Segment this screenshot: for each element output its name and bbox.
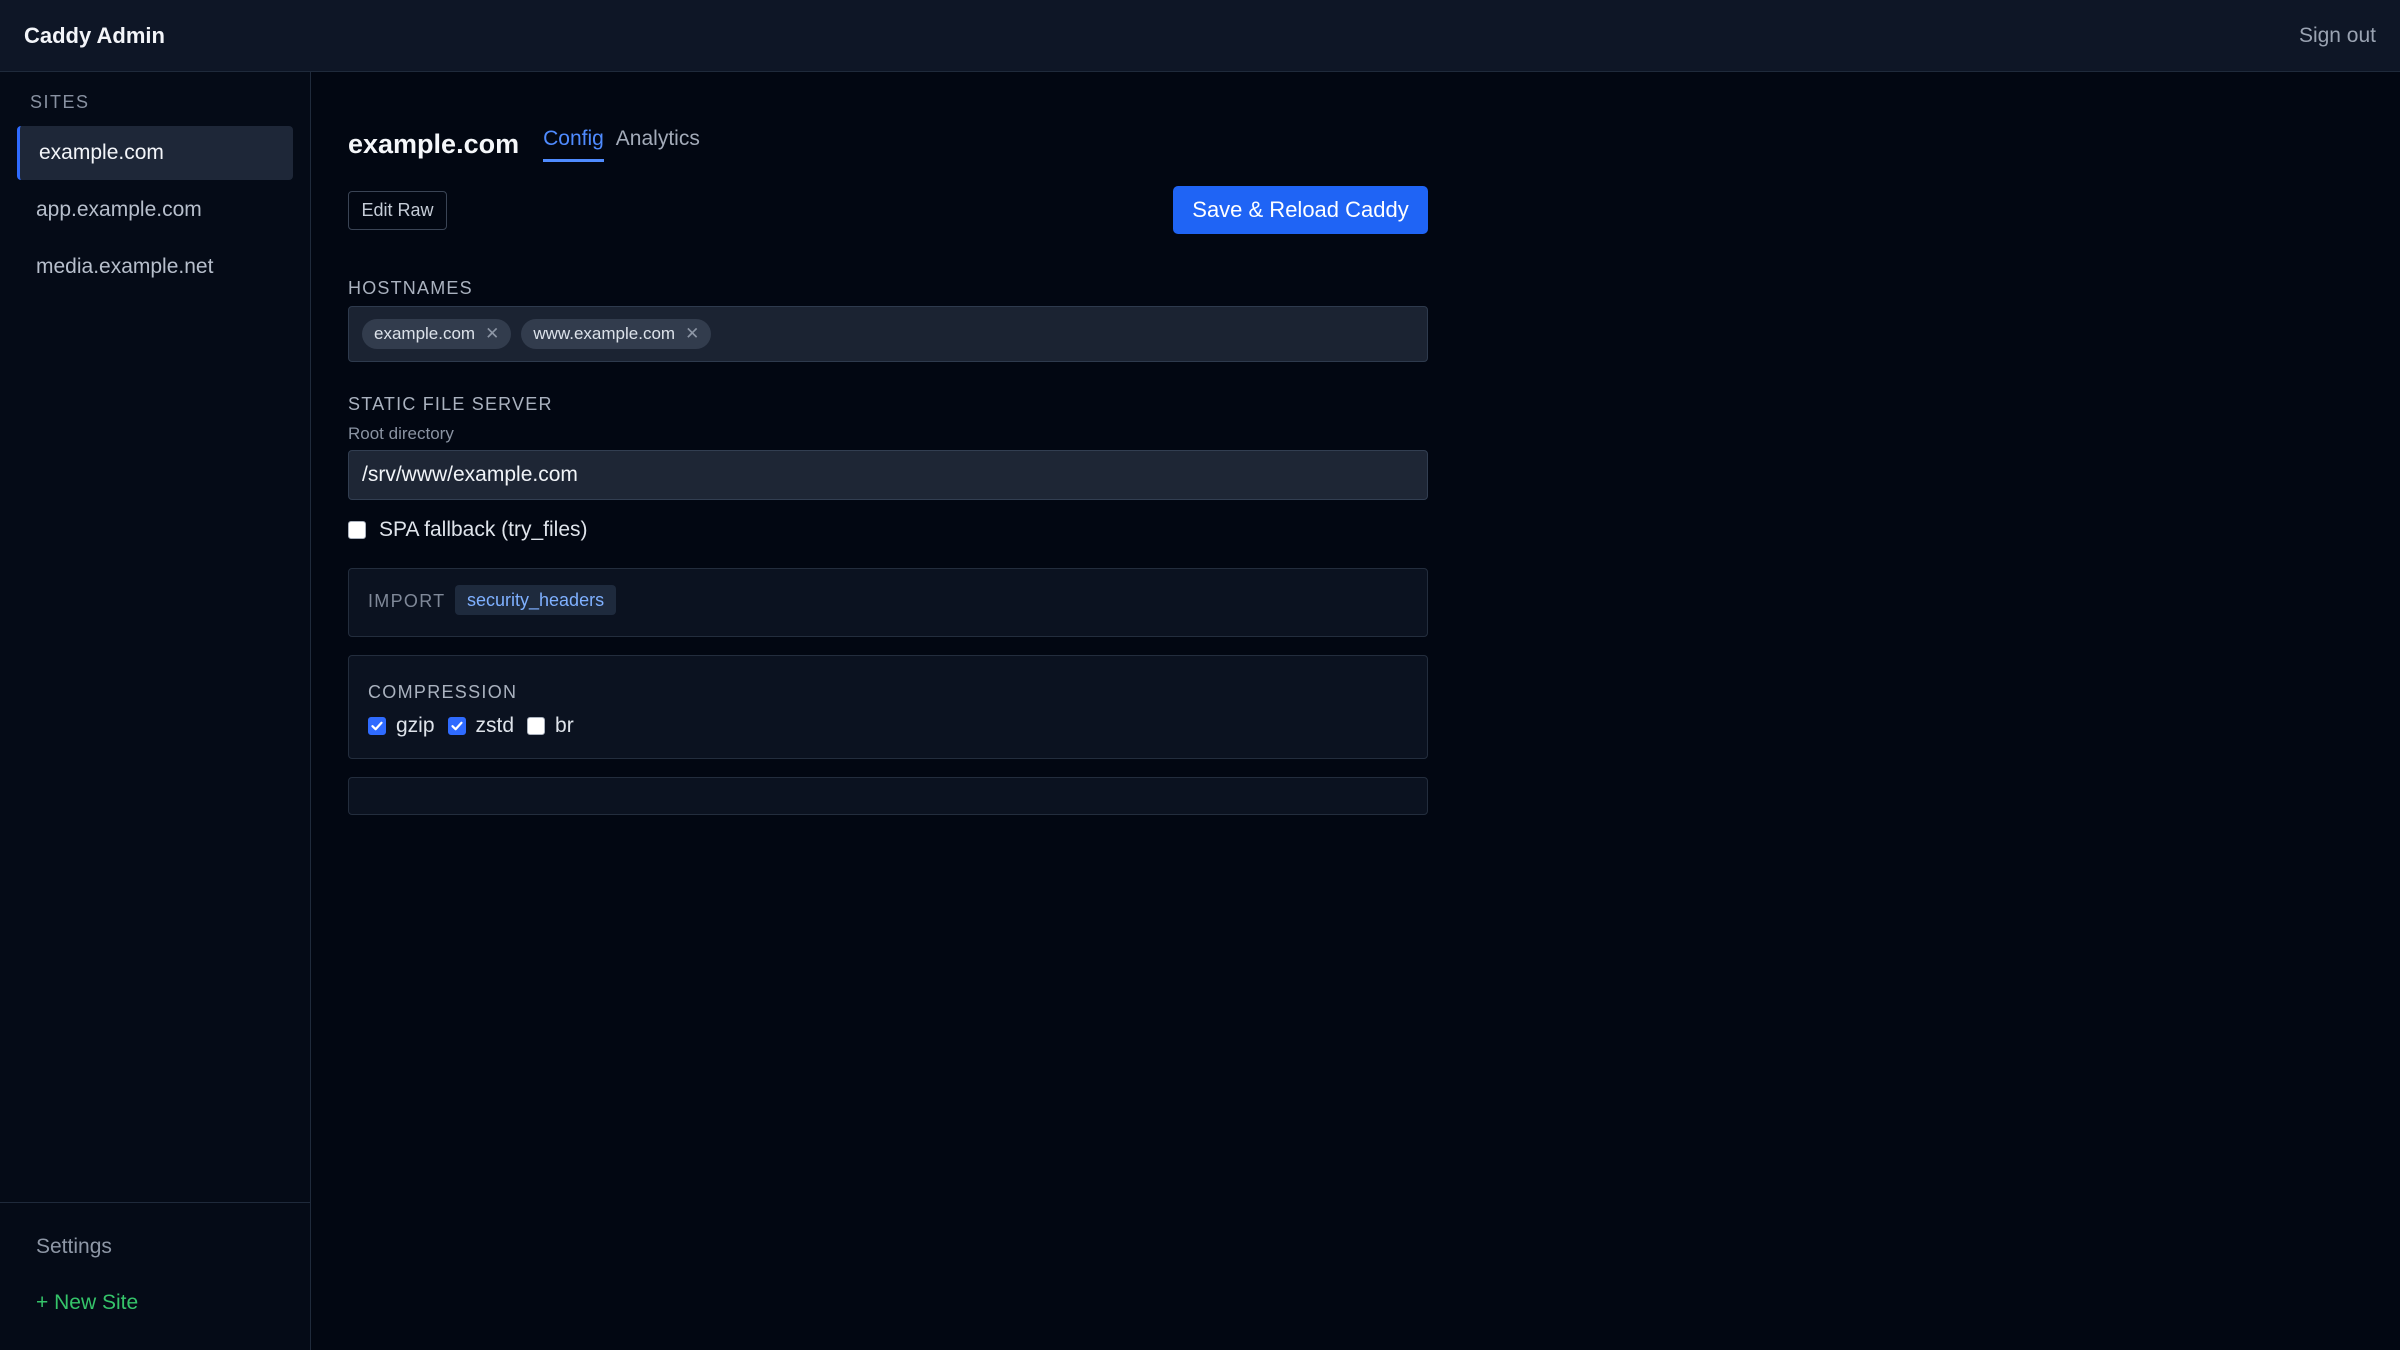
hostnames-input[interactable]: example.com ✕ www.example.com ✕: [348, 306, 1428, 362]
site-list: example.com app.example.com media.exampl…: [17, 126, 293, 297]
root-directory-input[interactable]: [348, 450, 1428, 500]
new-site-link[interactable]: + New Site: [36, 1291, 138, 1315]
check-icon: [450, 721, 463, 731]
static-file-server-label: STATIC FILE SERVER: [348, 394, 553, 414]
compression-option-zstd: zstd: [447, 714, 515, 738]
tab-analytics[interactable]: Analytics: [616, 125, 700, 162]
hostname-chip: example.com ✕: [362, 319, 512, 349]
compression-option-gzip: gzip: [368, 714, 435, 738]
spa-fallback-checkbox[interactable]: [348, 521, 366, 539]
sidebar-item-label: app.example.com: [36, 198, 202, 221]
page-title: example.com: [348, 129, 520, 159]
hostname-chip-label: example.com: [374, 324, 476, 343]
tab-config[interactable]: Config: [543, 125, 604, 162]
hostname-chip-label: www.example.com: [533, 324, 676, 343]
close-icon[interactable]: ✕: [685, 324, 699, 344]
sites-heading: SITES: [30, 92, 90, 112]
gzip-label: gzip: [396, 714, 435, 737]
gzip-checkbox[interactable]: [368, 717, 386, 735]
import-label: IMPORT: [368, 591, 446, 611]
br-checkbox[interactable]: [527, 717, 546, 735]
sidebar-footer: Settings + New Site: [0, 1202, 310, 1350]
root-directory-label: Root directory: [348, 424, 454, 443]
settings-link[interactable]: Settings: [36, 1235, 112, 1259]
close-icon[interactable]: ✕: [485, 324, 499, 344]
compression-label: COMPRESSION: [368, 682, 518, 702]
spa-fallback-label: SPA fallback (try_files): [379, 518, 588, 541]
sidebar: SITES example.com app.example.com media.…: [0, 72, 311, 1350]
import-panel: IMPORT security_headers: [348, 568, 1428, 637]
app-title: Caddy Admin: [24, 22, 165, 48]
spa-fallback-row: SPA fallback (try_files): [348, 518, 588, 542]
page-header: example.com Config Analytics: [348, 112, 712, 162]
sidebar-item-label: example.com: [39, 141, 164, 164]
sidebar-item-label: media.example.net: [36, 255, 214, 278]
import-snippet-tag[interactable]: security_headers: [455, 585, 617, 615]
top-bar: Caddy Admin Sign out: [0, 0, 2400, 72]
save-reload-button[interactable]: Save & Reload Caddy: [1173, 186, 1428, 234]
sidebar-item-media-example-net[interactable]: media.example.net: [17, 240, 293, 294]
hostnames-label: HOSTNAMES: [348, 278, 473, 298]
check-icon: [371, 721, 383, 731]
zstd-checkbox[interactable]: [447, 717, 466, 735]
edit-raw-button[interactable]: Edit Raw: [348, 191, 447, 230]
compression-option-br: br: [527, 714, 574, 738]
sidebar-item-app-example-com[interactable]: app.example.com: [17, 183, 293, 237]
sign-out-link[interactable]: Sign out: [2299, 24, 2376, 48]
br-label: br: [555, 714, 574, 737]
sidebar-item-example-com[interactable]: example.com: [17, 126, 293, 180]
compression-panel: COMPRESSION gzip zstd br: [348, 655, 1428, 759]
hostname-chip: www.example.com ✕: [521, 319, 712, 349]
compression-options: gzip zstd br: [368, 714, 587, 738]
empty-panel: [348, 777, 1428, 815]
zstd-label: zstd: [475, 714, 515, 737]
